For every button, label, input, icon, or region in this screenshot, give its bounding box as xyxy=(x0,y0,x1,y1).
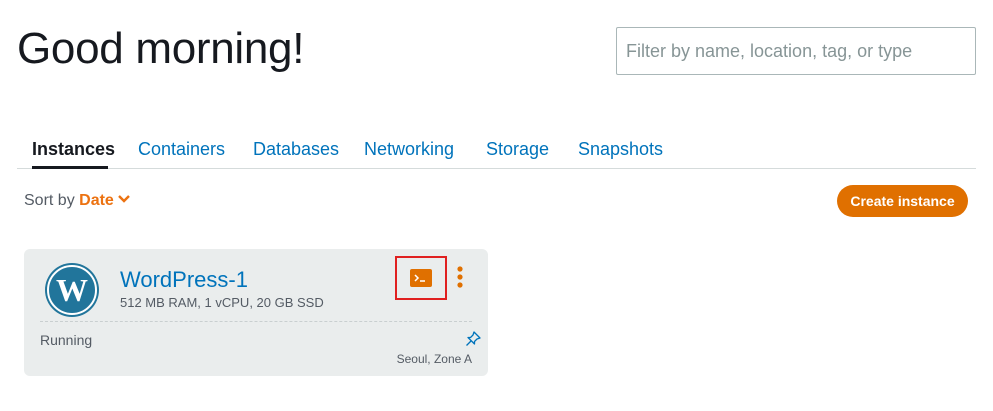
tab-storage[interactable]: Storage xyxy=(486,139,549,160)
tab-databases[interactable]: Databases xyxy=(253,139,339,160)
instance-card: W WordPress-1 512 MB RAM, 1 vCPU, 20 GB … xyxy=(24,249,488,376)
svg-text:W: W xyxy=(56,272,88,308)
tab-snapshots[interactable]: Snapshots xyxy=(578,139,663,160)
sort-dropdown[interactable]: Date xyxy=(79,192,130,209)
sort-control: Sort by Date xyxy=(24,192,130,210)
connect-ssh-button[interactable] xyxy=(395,256,447,300)
search-input[interactable] xyxy=(616,27,976,75)
terminal-icon xyxy=(410,269,432,287)
card-divider xyxy=(40,321,472,322)
instance-name-link[interactable]: WordPress-1 xyxy=(120,267,248,293)
pin-icon[interactable] xyxy=(465,331,481,347)
create-instance-button[interactable]: Create instance xyxy=(837,185,968,217)
sort-value: Date xyxy=(79,192,114,209)
active-tab-indicator xyxy=(32,166,108,169)
more-options-icon[interactable] xyxy=(453,265,467,291)
tab-bar: Instances Containers Databases Networkin… xyxy=(17,131,976,169)
instance-location: Seoul, Zone A xyxy=(396,352,472,366)
chevron-down-icon xyxy=(117,195,130,203)
tab-instances[interactable]: Instances xyxy=(32,139,115,160)
sort-label: Sort by xyxy=(24,192,75,209)
instance-specs: 512 MB RAM, 1 vCPU, 20 GB SSD xyxy=(120,295,324,310)
page-title: Good morning! xyxy=(17,24,305,73)
tab-networking[interactable]: Networking xyxy=(364,139,454,160)
instance-status: Running xyxy=(40,332,93,348)
tab-containers[interactable]: Containers xyxy=(138,139,225,160)
wordpress-icon: W xyxy=(45,263,99,317)
